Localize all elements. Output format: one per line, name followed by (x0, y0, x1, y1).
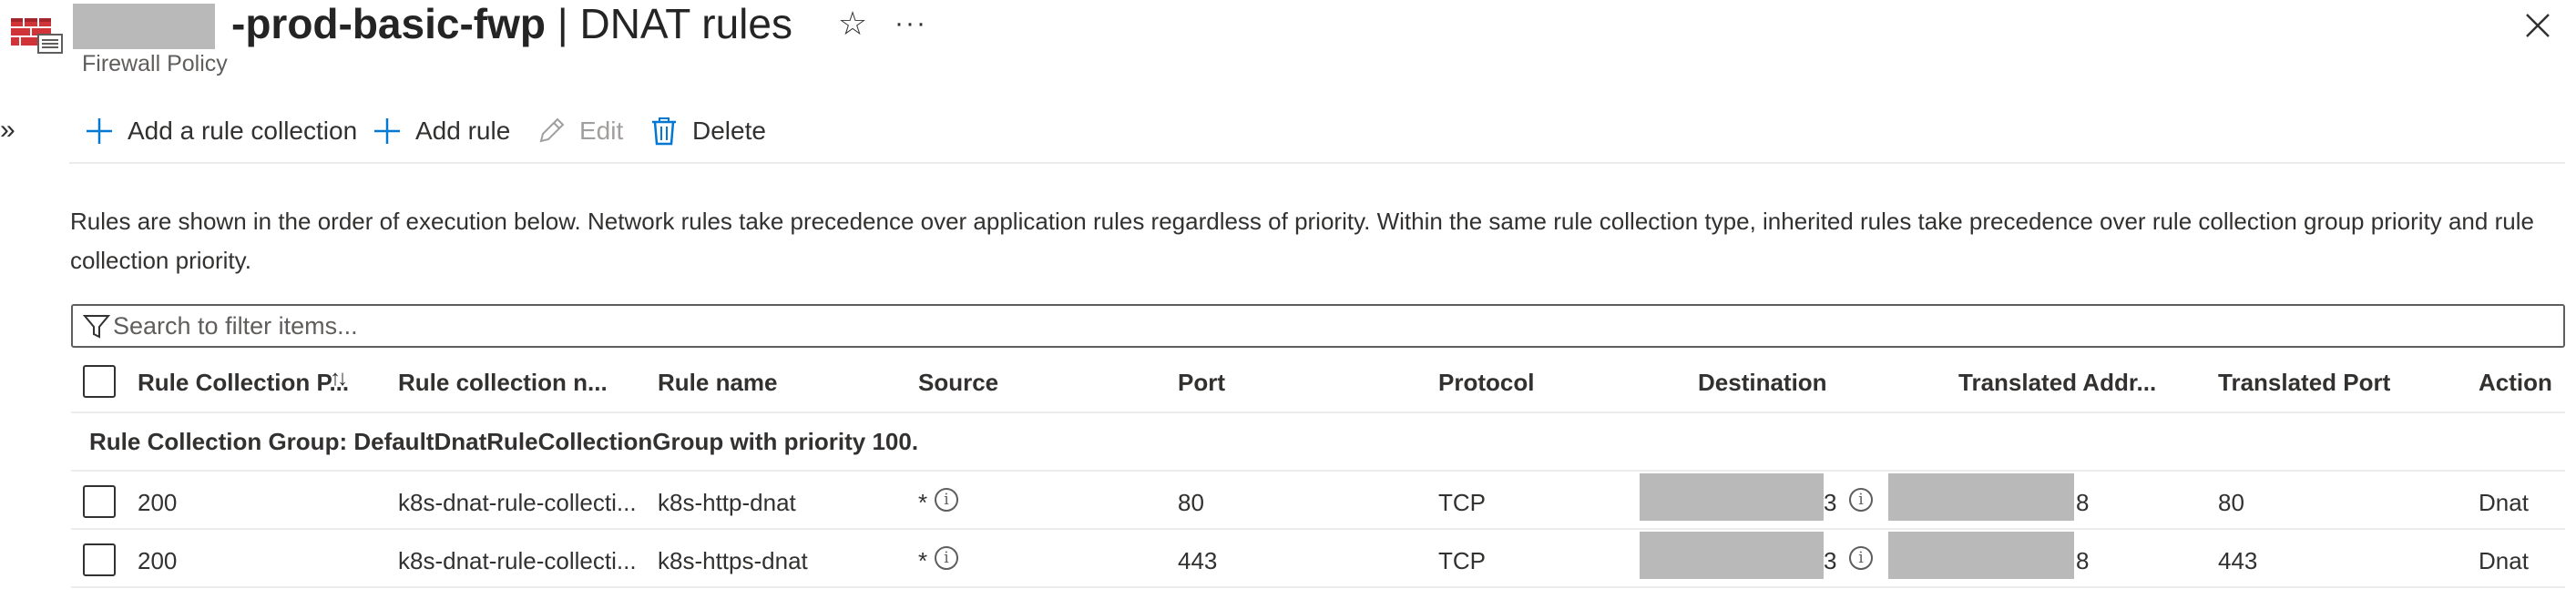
star-icon[interactable]: ☆ (834, 5, 871, 42)
rule-collection-group-label: Rule Collection Group: DefaultDnatRuleCo… (89, 428, 919, 455)
cell-source: * (918, 547, 928, 574)
redacted-translated-address (1888, 532, 2074, 579)
cell-translated-port: 443 (2218, 547, 2258, 574)
plus-icon (374, 118, 400, 144)
cell-rule-name[interactable]: k8s-https-dnat (658, 541, 808, 581)
redacted-destination (1640, 532, 1824, 579)
cell-rule-name[interactable]: k8s-http-dnat (658, 482, 796, 523)
page-subtitle: Firewall Policy (82, 51, 228, 76)
sort-icon[interactable]: ↑↓ (330, 366, 348, 391)
row-checkbox[interactable] (83, 485, 116, 518)
cell-priority: 200 (138, 547, 178, 574)
delete-label: Delete (692, 117, 766, 145)
info-icon[interactable]: i (1849, 546, 1873, 570)
cell-translated-address: 8 (2076, 547, 2090, 574)
plus-icon (87, 118, 112, 144)
cell-protocol: TCP (1438, 489, 1486, 516)
firewall-policy-icon (11, 16, 64, 55)
more-icon[interactable]: ··· (893, 5, 929, 42)
info-icon[interactable]: i (1849, 488, 1873, 512)
add-rule-button[interactable]: Add rule (372, 109, 510, 153)
page-title: -prod-basic-fwp | DNAT rules (231, 0, 792, 47)
edit-label: Edit (579, 117, 624, 145)
column-header-protocol[interactable]: Protocol (1438, 362, 1534, 402)
cell-destination: 3 (1824, 547, 1837, 574)
column-header-action[interactable]: Action (2479, 362, 2552, 402)
filter-icon (82, 311, 111, 340)
page-title-resource: -prod-basic-fwp (231, 0, 546, 47)
column-header-rule-name[interactable]: Rule name (658, 362, 778, 402)
column-header-destination[interactable]: Destination (1698, 362, 1827, 402)
group-divider (71, 470, 2565, 472)
redacted-title-prefix (73, 4, 215, 49)
cell-action: Dnat (2479, 547, 2529, 574)
cell-port: 443 (1178, 547, 1218, 574)
select-all-checkbox[interactable] (83, 365, 116, 398)
delete-button[interactable]: Delete (649, 109, 766, 153)
column-header-translated-port[interactable]: Translated Port (2218, 362, 2390, 402)
search-input[interactable] (113, 308, 2554, 344)
row-divider (71, 586, 2565, 588)
cell-source: * (918, 489, 928, 516)
trash-icon (652, 117, 676, 146)
column-header-priority[interactable]: Rule Collection P... (138, 362, 349, 402)
cell-translated-address: 8 (2076, 489, 2090, 516)
info-icon[interactable]: i (935, 546, 958, 570)
edit-button[interactable]: Edit (536, 109, 623, 153)
cell-action: Dnat (2479, 489, 2529, 516)
page-title-section: | DNAT rules (545, 0, 792, 47)
column-header-source[interactable]: Source (918, 362, 998, 402)
column-header-translated-address[interactable]: Translated Addr... (1958, 362, 2156, 402)
add-rule-collection-label: Add a rule collection (128, 117, 358, 145)
header-divider (71, 411, 2565, 413)
toolbar-divider (69, 162, 2565, 164)
redacted-destination (1640, 473, 1824, 521)
row-checkbox[interactable] (83, 543, 116, 576)
column-header-collection[interactable]: Rule collection n... (398, 362, 608, 402)
info-icon[interactable]: i (935, 488, 958, 512)
column-header-port[interactable]: Port (1178, 362, 1225, 402)
row-divider (71, 528, 2565, 530)
cell-protocol: TCP (1438, 547, 1486, 574)
close-icon[interactable] (2516, 4, 2560, 47)
cell-collection: k8s-dnat-rule-collecti... (398, 547, 637, 574)
cell-port: 80 (1178, 489, 1204, 516)
cell-collection: k8s-dnat-rule-collecti... (398, 489, 637, 516)
add-rule-label: Add rule (415, 117, 511, 145)
cell-translated-port: 80 (2218, 489, 2244, 516)
redacted-translated-address (1888, 473, 2074, 521)
cell-destination: 3 (1824, 489, 1837, 516)
pencil-icon (539, 117, 565, 143)
add-rule-collection-button[interactable]: Add a rule collection (84, 109, 357, 153)
chevron-double-right-icon[interactable]: » (0, 115, 15, 146)
info-text: Rules are shown in the order of executio… (70, 208, 2534, 274)
cell-priority: 200 (138, 489, 178, 516)
